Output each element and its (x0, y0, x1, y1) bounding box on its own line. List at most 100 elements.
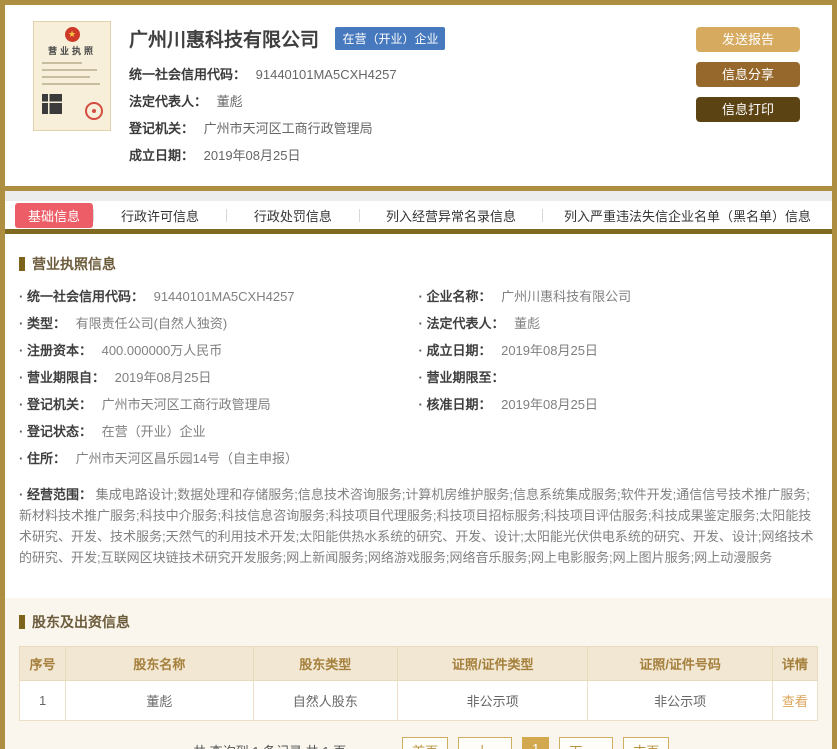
info-share-button[interactable]: 信息分享 (696, 62, 800, 87)
tab-admin-penalty[interactable]: 行政处罚信息 (227, 206, 359, 225)
header-field: 登记机关： 广州市天河区工商行政管理局 (129, 118, 696, 137)
license-text-line (42, 76, 90, 78)
pagination: 共 查询到 1 条记录 共 1 页 首页 ‹ 上一 页 1 下一 › 页 末页 (19, 737, 818, 749)
kv-label: 营业期限至： (426, 370, 505, 385)
business-scope-value: 集成电路设计;数据处理和存储服务;信息技术咨询服务;计算机房维护服务;信息系统集… (19, 487, 814, 565)
kv-row: 注册资本： 400.000000万人民币 (19, 343, 419, 364)
header-body-divider (5, 191, 832, 201)
kv-row: 企业名称： 广州川惠科技有限公司 (419, 289, 819, 310)
kv-value: 2019年08月25日 (501, 397, 598, 412)
pagination-prev-label[interactable]: ‹ 上一 (458, 737, 513, 749)
pagination-summary: 共 查询到 1 条记录 共 1 页 (193, 737, 346, 749)
kv-label: 企业名称： (426, 289, 492, 304)
national-emblem-icon: ★ (64, 27, 80, 42)
kv-row: 登记状态： 在营（开业）企业 (19, 424, 419, 445)
table-header-detail: 详情 (771, 646, 819, 681)
kv-value: 广州川惠科技有限公司 (501, 289, 632, 304)
business-license-thumbnail: ★ 营业执照 (33, 21, 111, 131)
kv-label: 登记状态： (26, 424, 92, 439)
header-field-value: 2019年08月25日 (203, 148, 301, 163)
table-header-seq: 序号 (18, 646, 67, 681)
kv-label: 法定代表人： (426, 316, 505, 331)
shareholder-section: 股东及出资信息 序号 股东名称 股东类型 证照/证件类型 证照/证件号码 详情 … (5, 598, 832, 749)
header-field-label: 登记机关： (129, 121, 195, 136)
pagination-last-button[interactable]: 末页 (623, 737, 670, 749)
send-report-button[interactable]: 发送报告 (696, 27, 800, 52)
kv-row: 类型： 有限责任公司(自然人独资) (19, 316, 419, 337)
header-field-value: 广州市天河区工商行政管理局 (203, 121, 373, 136)
table-header-type: 股东类型 (252, 646, 398, 681)
header-field: 法定代表人： 董彪 (129, 91, 696, 110)
kv-value: 董彪 (514, 316, 541, 331)
pagination-next-button[interactable]: 下一 › 页 (559, 737, 614, 749)
kv-label: 住所： (26, 451, 66, 466)
cell-cert-no: 非公示项 (587, 680, 773, 721)
tab-bar: 基础信息 行政许可信息 行政处罚信息 列入经营异常名录信息 列入严重违法失信企业… (5, 201, 832, 229)
company-summary: 广州川惠科技有限公司 在营（开业）企业 统一社会信用代码： 91440101MA… (129, 21, 696, 172)
pagination-first-button[interactable]: 首页 (402, 737, 449, 749)
license-info-right-column: 企业名称： 广州川惠科技有限公司 法定代表人： 董彪 成立日期： 2019年08… (419, 289, 819, 478)
kv-label: 注册资本： (26, 343, 92, 358)
kv-row: 法定代表人： 董彪 (419, 316, 819, 337)
license-info-left-column: 统一社会信用代码： 91440101MA5CXH4257 类型： 有限责任公司(… (19, 289, 419, 478)
business-scope: 经营范围： 集成电路设计;数据处理和存储服务;信息技术咨询服务;计算机房维护服务… (19, 484, 818, 568)
kv-row: 统一社会信用代码： 91440101MA5CXH4257 (19, 289, 419, 310)
company-header: ★ 营业执照 广州川惠科技有限公司 在营（开业）企业 统一社会信用代码： 914… (5, 5, 832, 191)
shareholder-table: 序号 股东名称 股东类型 证照/证件类型 证照/证件号码 详情 1 董彪 自然人… (18, 646, 819, 721)
header-field: 成立日期： 2019年08月25日 (129, 145, 696, 164)
kv-label: 类型： (26, 316, 66, 331)
cell-shareholder-name: 董彪 (65, 680, 254, 721)
kv-label: 统一社会信用代码： (26, 289, 144, 304)
red-seal-icon (85, 102, 103, 120)
table-header-cert-type: 证照/证件类型 (396, 646, 589, 681)
section-title-license-info: 营业执照信息 (19, 254, 818, 274)
tab-abnormal-list[interactable]: 列入经营异常名录信息 (360, 206, 542, 225)
pagination-page-current[interactable]: 1 (522, 737, 550, 749)
status-badge: 在营（开业）企业 (335, 27, 446, 50)
tab-basic-info[interactable]: 基础信息 (15, 202, 94, 228)
cell-cert-type: 非公示项 (396, 680, 589, 721)
kv-row: 核准日期： 2019年08月25日 (419, 397, 819, 418)
section-title-shareholders: 股东及出资信息 (19, 612, 818, 632)
license-title: 营业执照 (47, 46, 96, 56)
kv-value: 91440101MA5CXH4257 (153, 289, 295, 304)
table-header-cert-no: 证照/证件号码 (587, 646, 773, 681)
pagination-next-label[interactable]: 下一 › (559, 737, 614, 749)
header-field-label: 统一社会信用代码： (129, 67, 247, 82)
pagination-prev-button[interactable]: ‹ 上一 页 (458, 737, 513, 749)
kv-value: 广州市天河区工商行政管理局 (101, 397, 271, 412)
kv-value: 有限责任公司(自然人独资) (75, 316, 228, 331)
header-actions: 发送报告 信息分享 信息打印 (696, 21, 816, 172)
kv-row: 成立日期： 2019年08月25日 (419, 343, 819, 364)
kv-row: 登记机关： 广州市天河区工商行政管理局 (19, 397, 419, 418)
kv-label: 营业期限自： (26, 370, 105, 385)
header-field-value: 91440101MA5CXH4257 (255, 67, 397, 82)
page-frame: ★ 营业执照 广州川惠科技有限公司 在营（开业）企业 统一社会信用代码： 914… (0, 0, 837, 749)
cell-seq: 1 (18, 680, 67, 721)
header-field-label: 成立日期： (129, 148, 195, 163)
kv-value: 2019年08月25日 (114, 370, 212, 385)
header-field: 统一社会信用代码： 91440101MA5CXH4257 (129, 64, 696, 83)
header-field-value: 董彪 (216, 94, 243, 109)
kv-label: 登记机关： (26, 397, 92, 412)
kv-value: 在营（开业）企业 (101, 424, 206, 439)
kv-value: 400.000000万人民币 (101, 343, 223, 358)
table-row: 1 董彪 自然人股东 非公示项 非公示项 查看 (18, 680, 819, 721)
kv-label: 核准日期： (426, 397, 492, 412)
license-text-line (42, 83, 100, 85)
kv-row: 住所： 广州市天河区昌乐园14号（自主申报） (19, 451, 419, 472)
table-header-name: 股东名称 (65, 646, 254, 681)
license-text-line (42, 69, 97, 71)
kv-row: 营业期限至： (419, 370, 819, 391)
view-detail-link[interactable]: 查看 (782, 694, 808, 709)
tab-blacklist[interactable]: 列入严重违法失信企业名单（黑名单）信息 (543, 206, 832, 225)
info-print-button[interactable]: 信息打印 (696, 97, 800, 122)
kv-label: 成立日期： (426, 343, 492, 358)
license-text-line (42, 62, 82, 64)
qr-code (42, 94, 62, 114)
header-field-label: 法定代表人： (129, 94, 208, 109)
tab-admin-license[interactable]: 行政许可信息 (94, 206, 226, 225)
business-scope-label: 经营范围： (26, 487, 92, 502)
table-header-row: 序号 股东名称 股东类型 证照/证件类型 证照/证件号码 详情 (18, 646, 819, 681)
license-info-section: 营业执照信息 统一社会信用代码： 91440101MA5CXH4257 类型： … (5, 254, 832, 568)
